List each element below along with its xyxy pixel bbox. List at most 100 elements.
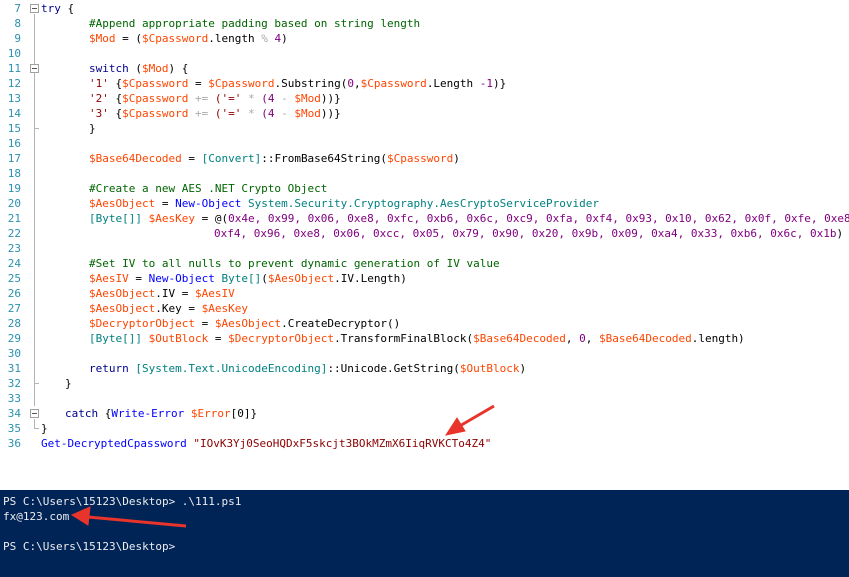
code-line-21[interactable]: [Byte[]] $AesKey = @(0x4e, 0x99, 0x06, 0… (89, 211, 849, 226)
variable: $DecryptorObject (228, 332, 335, 345)
string: '1' (89, 77, 109, 90)
keyword: switch (89, 62, 129, 75)
line-number: 36 (7, 437, 21, 450)
line-number: 20 (7, 197, 21, 210)
line-number: 13 (7, 92, 21, 105)
punct: = (181, 302, 202, 315)
variable: $AesObject (89, 197, 156, 210)
variable: $Cpassword (360, 77, 427, 90)
operator: * (241, 92, 262, 105)
punct: } (41, 422, 48, 435)
code-line-26[interactable]: $AesObject.IV = $AesIV (89, 286, 235, 301)
code-line-34[interactable]: catch {Write-Error $Error[0]} (65, 406, 257, 421)
code-line-19[interactable]: #Create a new AES .NET Crypto Object (89, 181, 327, 196)
byte-list: 0x4e, 0x99, 0x06, 0xe8, 0xfc, 0xb6, 0x6c… (228, 212, 849, 225)
line-number: 27 (7, 302, 21, 315)
operator: - (274, 107, 295, 120)
code-line-11[interactable]: switch ($Mod) { (89, 61, 188, 76)
encrypted-cpassword-string: "IOvK3Yj0SeoHQDxF5skcjt3BOkMZmX6IiqRVKCT… (186, 437, 492, 450)
line-number-gutter: 7 8 9 10 11 12 13 14 15 16 17 18 19 20 2… (0, 0, 28, 466)
code-line-12[interactable]: '1' {$Cpassword = $Cpassword.Substring(0… (89, 76, 506, 91)
code-line-13[interactable]: '2' {$Cpassword += ('=' * (4 - $Mod))} (89, 91, 341, 106)
line-number: 15 (7, 122, 21, 135)
number: 0 (347, 77, 354, 90)
code-line-24[interactable]: #Set IV to all nulls to prevent dynamic … (89, 256, 500, 271)
code-line-28[interactable]: $DecryptorObject = $AesObject.CreateDecr… (89, 316, 400, 331)
line-number: 10 (7, 47, 21, 60)
code-line-29[interactable]: [Byte[]] $OutBlock = $DecryptorObject.Tr… (89, 331, 745, 346)
line-number: 8 (14, 17, 21, 30)
code-line-17[interactable]: $Base64Decoded = [Convert]::FromBase64St… (89, 151, 460, 166)
code-line-31[interactable]: return [System.Text.UnicodeEncoding]::Un… (89, 361, 526, 376)
script-editor-pane[interactable]: 7 8 9 10 11 12 13 14 15 16 17 18 19 20 2… (0, 0, 849, 466)
code-line-8[interactable]: #Append appropriate padding based on str… (89, 16, 420, 31)
punct: = ( (115, 32, 142, 45)
punct: , (353, 77, 361, 90)
command: Write-Error (111, 407, 185, 420)
line-number: 34 (7, 407, 21, 420)
code-line-22[interactable]: 0xf4, 0x96, 0xe8, 0x06, 0xcc, 0x05, 0x79… (214, 226, 843, 241)
code-line-20[interactable]: $AesObject = New-Object System.Security.… (89, 196, 599, 211)
operator: += (188, 107, 215, 120)
string: ('=' (214, 107, 242, 120)
line-number: 30 (7, 347, 21, 360)
line-number: 12 (7, 77, 21, 90)
command: New-Object (148, 272, 215, 285)
member: ::Unicode.GetString( (327, 362, 460, 375)
powershell-console-pane[interactable]: PS C:\Users\15123\Desktop> .\111.ps1 fx@… (0, 490, 849, 577)
type-literal: [System.Text.UnicodeEncoding] (128, 362, 328, 375)
punct: } (250, 407, 258, 420)
variable: $Cpassword (122, 92, 189, 105)
punct: = (194, 317, 215, 330)
code-line-7[interactable]: try { (41, 1, 74, 16)
member: .IV (155, 287, 176, 300)
operator: * (241, 107, 262, 120)
line-number: 17 (7, 152, 21, 165)
collapse-switch-block-icon[interactable] (30, 64, 39, 73)
punct: = (155, 197, 176, 210)
operator: % (261, 32, 268, 45)
punct: , (565, 332, 580, 345)
variable: $Base64Decoded (598, 332, 692, 345)
punct: = (128, 272, 149, 285)
punct: ) (281, 32, 288, 45)
fold-guide-tick (34, 428, 39, 429)
string: ('=' (214, 92, 242, 105)
type-literal: [Convert] (201, 152, 262, 165)
line-number: 18 (7, 167, 21, 180)
variable: $AesObject (89, 302, 156, 315)
variable: $Base64Decoded (473, 332, 566, 345)
line-number: 24 (7, 257, 21, 270)
code-line-35[interactable]: } (41, 421, 48, 436)
code-line-15[interactable]: } (89, 121, 96, 136)
code-line-25[interactable]: $AesIV = New-Object Byte[]($AesObject.IV… (89, 271, 407, 286)
collapse-catch-block-icon[interactable] (30, 409, 39, 418)
code-line-36[interactable]: Get-DecryptedCpassword "IOvK3Yj0SeoHQDxF… (41, 436, 491, 451)
variable: $Mod (142, 62, 169, 75)
punct: } (65, 377, 72, 390)
punct: ( (128, 62, 142, 75)
punct: ) (453, 152, 460, 165)
type-name: System.Security.Cryptography.AesCryptoSe… (241, 197, 599, 210)
keyword: catch (65, 407, 99, 420)
punct: = (188, 77, 209, 90)
variable: $Cpassword (142, 32, 209, 45)
comment: #Create a new AES .NET Crypto Object (89, 182, 328, 195)
punct: ) (519, 362, 527, 375)
code-line-32[interactable]: } (65, 376, 72, 391)
variable: $Base64Decoded (89, 152, 182, 165)
collapse-try-block-icon[interactable] (30, 4, 39, 13)
code-line-27[interactable]: $AesObject.Key = $AesKey (89, 301, 248, 316)
console-output-password: fx@123.com (3, 510, 70, 523)
line-number: 31 (7, 362, 21, 375)
code-line-9[interactable]: $Mod = ($Cpassword.length % 4) (89, 31, 288, 46)
punct: ( (261, 272, 268, 285)
member: .Length (426, 77, 480, 90)
number: (4 (261, 107, 275, 120)
line-number: 11 (7, 62, 21, 75)
variable: $OutBlock (141, 332, 209, 345)
variable: $OutBlock (459, 362, 520, 375)
type-literal: [Byte[]] (89, 212, 142, 225)
code-line-14[interactable]: '3' {$Cpassword += ('=' * (4 - $Mod))} (89, 106, 341, 121)
variable: $AesIV (89, 272, 129, 285)
